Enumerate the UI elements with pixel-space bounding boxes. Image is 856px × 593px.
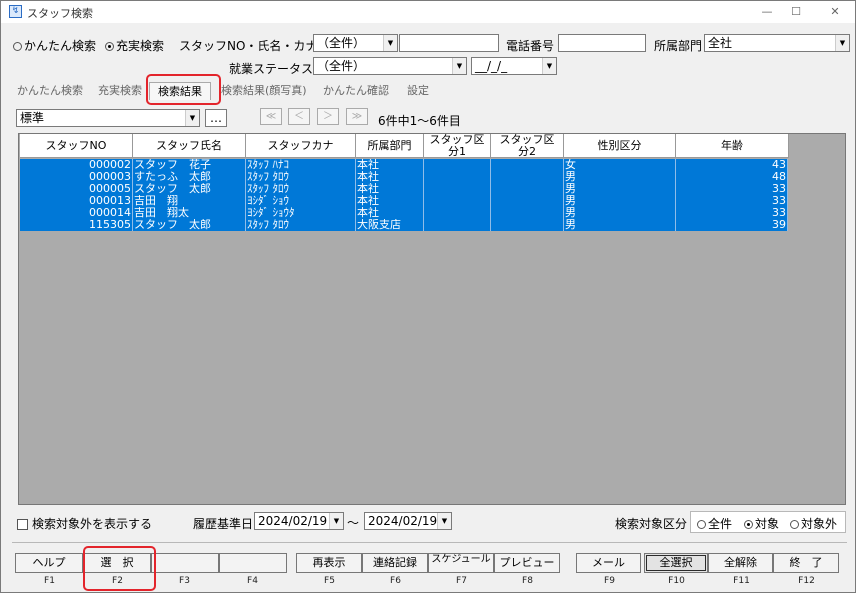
function-key-label: F10 <box>668 576 685 586</box>
chevron-down-icon: ▼ <box>835 35 849 51</box>
tab-detail-search[interactable]: 充実検索 <box>98 82 142 100</box>
mail-button[interactable]: メール <box>576 553 641 573</box>
chevron-down-icon: ▼ <box>452 58 466 74</box>
table-row[interactable]: 000005 スタッフ 太郎 ｽﾀｯﾌ ﾀﾛｳ 本社男 33 <box>20 183 788 195</box>
checkbox-icon <box>17 519 28 530</box>
table-row[interactable]: 000003 すたっふ 太郎 ｽﾀｯﾌ ﾀﾛｳ 本社男 48 <box>20 171 788 183</box>
f4-button[interactable] <box>219 553 287 573</box>
simple-search-radio[interactable]: かんたん検索 <box>13 37 96 54</box>
function-key-label: F12 <box>798 576 815 586</box>
history-date-to[interactable]: 2024/02/19 ▼ <box>364 512 452 530</box>
radio-selected-icon <box>105 42 114 51</box>
target-included-radio[interactable]: 対象 <box>744 515 779 532</box>
date-separator: ～ <box>347 516 360 530</box>
function-key-label: F11 <box>733 576 750 586</box>
column-header[interactable]: 性別区分 <box>564 134 676 158</box>
chevron-down-icon: ▼ <box>383 35 397 51</box>
history-date-label: 履歴基準日 <box>193 517 254 531</box>
window-title: スタッフ検索 <box>27 7 93 20</box>
previous-page-button[interactable]: ＜ <box>288 108 310 125</box>
column-header[interactable]: スタッフカナ <box>246 134 356 158</box>
target-all-radio[interactable]: 全件 <box>697 515 732 532</box>
target-filter-label: 検索対象区分 <box>615 517 688 531</box>
employment-label: 就業ステータス <box>229 62 314 76</box>
history-date-from[interactable]: 2024/02/19 ▼ <box>254 512 344 530</box>
tab-photo-results[interactable]: 検索結果(顔写真) <box>221 82 307 100</box>
column-header[interactable]: 所属部門 <box>356 134 424 158</box>
staff-search-input[interactable] <box>399 34 499 52</box>
help-button[interactable]: ヘルプ <box>15 553 83 573</box>
maximize-button[interactable]: ☐ <box>784 3 808 21</box>
schedule-button[interactable]: スケジュール <box>428 553 494 573</box>
function-key-label: F3 <box>179 576 190 586</box>
function-key-label: F5 <box>324 576 335 586</box>
column-header[interactable]: スタッフ区分2 <box>491 134 564 158</box>
phone-label: 電話番号 <box>506 39 555 53</box>
minimize-button[interactable]: — <box>755 3 779 21</box>
chevron-down-icon: ▼ <box>437 513 451 529</box>
table-row[interactable]: 000002 スタッフ 花子 ｽﾀｯﾌ ﾊﾅｺ 本社女 43 <box>20 159 788 171</box>
divider <box>12 542 847 543</box>
staff-label: スタッフNO・氏名・カナ <box>179 39 318 53</box>
staff-search-window: ↯ スタッフ検索 — ☐ ✕ かんたん検索 充実検索 スタッフNO・氏名・カナ … <box>0 0 856 593</box>
results-grid[interactable]: スタッフNO スタッフ氏名 スタッフカナ 所属部門 スタッフ区分1 スタッフ区分… <box>18 133 846 505</box>
phone-input[interactable] <box>558 34 646 52</box>
column-header[interactable]: 年齢 <box>676 134 789 158</box>
radio-selected-icon <box>744 520 753 529</box>
f3-button[interactable] <box>151 553 219 573</box>
column-header[interactable]: スタッフ区分1 <box>424 134 491 158</box>
select-all-button[interactable]: 全選択 <box>644 553 708 573</box>
employment-date-select[interactable]: __/_/_ ▼ <box>471 57 557 75</box>
function-key-label: F8 <box>522 576 533 586</box>
app-icon: ↯ <box>9 5 22 18</box>
refresh-button[interactable]: 再表示 <box>296 553 362 573</box>
preset-more-button[interactable]: … <box>205 109 227 127</box>
radio-icon <box>697 520 706 529</box>
preview-button[interactable]: プレビュー <box>494 553 560 573</box>
last-page-button[interactable]: ≫ <box>346 108 368 125</box>
column-header[interactable]: スタッフ氏名 <box>133 134 246 158</box>
title-bar: ↯ スタッフ検索 — ☐ ✕ <box>1 1 855 23</box>
radio-icon <box>13 42 22 51</box>
table-row[interactable]: 000013 吉田 翔ﾖｼﾀﾞ ｼｮｳ 本社男 33 <box>20 195 788 207</box>
tab-simple-search[interactable]: かんたん検索 <box>17 82 83 100</box>
result-count: 6件中1～6件目 <box>378 114 461 128</box>
close-form-button[interactable]: 終 了 <box>773 553 839 573</box>
detail-search-radio[interactable]: 充実検索 <box>105 37 164 54</box>
department-label: 所属部門 <box>654 39 703 53</box>
deselect-all-button[interactable]: 全解除 <box>708 553 773 573</box>
function-key-label: F7 <box>456 576 467 586</box>
function-key-label: F9 <box>604 576 615 586</box>
close-button[interactable]: ✕ <box>823 3 847 21</box>
display-preset-select[interactable]: 標準 ▼ <box>16 109 200 127</box>
target-excluded-radio[interactable]: 対象外 <box>790 515 837 532</box>
tab-settings[interactable]: 設定 <box>407 82 429 100</box>
column-header[interactable]: スタッフNO <box>20 134 133 158</box>
function-key-label: F4 <box>247 576 258 586</box>
next-page-button[interactable]: ＞ <box>317 108 339 125</box>
employment-select[interactable]: （全件） ▼ <box>313 57 467 75</box>
table-row[interactable]: 000014 吉田 翔太 ﾖｼﾀﾞ ｼｮｳﾀ 本社男 33 <box>20 207 788 219</box>
function-key-label: F6 <box>390 576 401 586</box>
chevron-down-icon: ▼ <box>329 513 343 529</box>
contact-log-button[interactable]: 連絡記録 <box>362 553 428 573</box>
show-excluded-checkbox[interactable]: 検索対象外を表示する <box>17 515 152 532</box>
first-page-button[interactable]: ≪ <box>260 108 282 125</box>
chevron-down-icon: ▼ <box>185 110 199 126</box>
highlight-results-tab <box>146 74 221 105</box>
table-row[interactable]: 115305 スタッフ 太郎 ｽﾀｯﾌ ﾀﾛｳ 大阪支店男 39 <box>20 219 788 231</box>
staff-combo-button[interactable]: ▼ <box>383 34 398 52</box>
function-key-label: F1 <box>44 576 55 586</box>
radio-icon <box>790 520 799 529</box>
department-select[interactable]: 全社 ▼ <box>704 34 850 52</box>
highlight-select-button <box>83 546 156 591</box>
chevron-down-icon: ▼ <box>542 58 556 74</box>
tab-quick-check[interactable]: かんたん確認 <box>323 82 389 100</box>
